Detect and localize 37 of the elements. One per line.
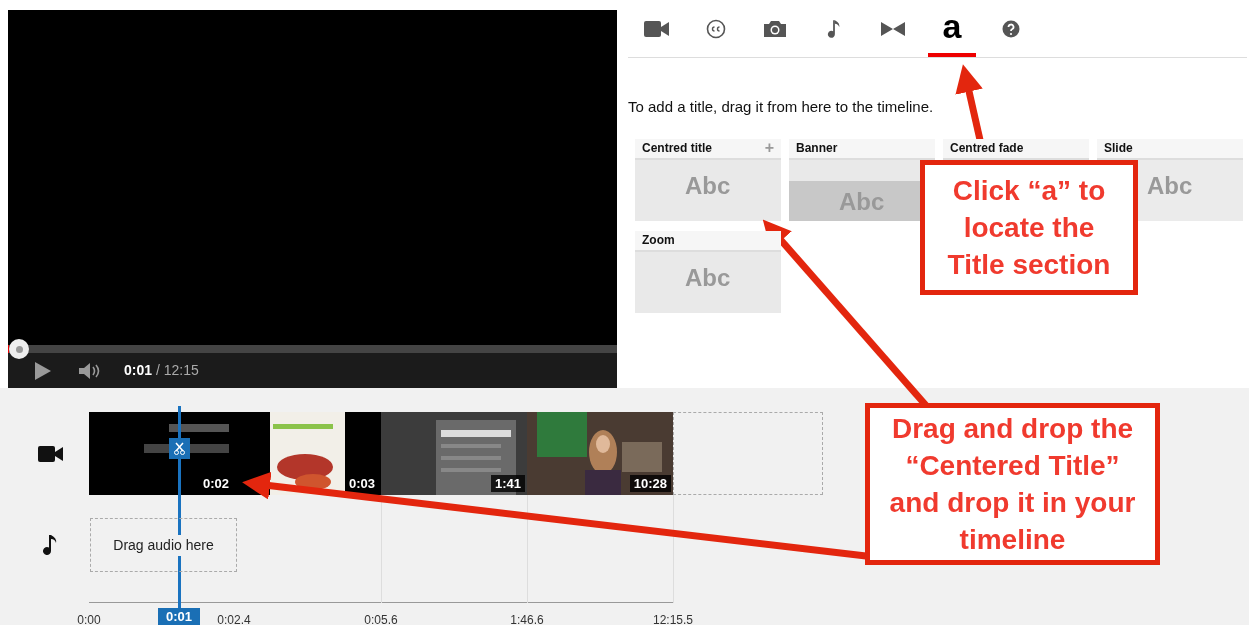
callout-tooltip: Drag and drop the “Centered Title” and drop it in your timeline bbox=[865, 403, 1160, 565]
music-note-icon bbox=[42, 534, 58, 556]
split-handle[interactable] bbox=[169, 438, 190, 459]
card-title: Centred title bbox=[642, 140, 712, 157]
card-title: Banner bbox=[796, 140, 838, 157]
tab[interactable]: a bbox=[928, 5, 976, 57]
preview-text: Abc bbox=[1147, 170, 1193, 201]
video-camera-icon bbox=[37, 444, 64, 463]
bowtie-icon bbox=[880, 21, 906, 37]
scissors-icon bbox=[174, 442, 185, 455]
ruler-label: 1:46.6 bbox=[510, 612, 544, 625]
clip-duration: 10:28 bbox=[629, 475, 671, 492]
music-note-icon bbox=[827, 18, 841, 40]
ruler-label: 0:02.4 bbox=[217, 612, 251, 625]
current-time: 0:01 bbox=[124, 362, 153, 378]
clip-duration: 1:41 bbox=[490, 475, 525, 492]
preview-text: Abc bbox=[685, 170, 731, 201]
ruler-label: 0:05.6 bbox=[364, 612, 398, 625]
help-icon bbox=[1002, 20, 1020, 38]
ruler-label: 0:00 bbox=[77, 612, 101, 625]
instruction-text: To add a title, drag it from here to the timeline. bbox=[628, 97, 935, 117]
captions-icon bbox=[706, 19, 726, 39]
play-icon[interactable] bbox=[34, 360, 52, 381]
card-title: Slide bbox=[1104, 140, 1133, 157]
callout-tooltip: Click “a” to locate the Title section bbox=[920, 160, 1138, 295]
video-camera-icon bbox=[644, 20, 670, 38]
audio-drop-zone[interactable]: Drag audio here bbox=[90, 518, 237, 572]
total-duration: / 12:15 bbox=[155, 362, 199, 378]
camera-icon bbox=[763, 20, 787, 38]
card-title: Centred fade bbox=[950, 140, 1024, 157]
card-title: Zoom bbox=[642, 232, 675, 249]
preview-text: Abc bbox=[685, 262, 731, 293]
drop-hint: Drag audio here bbox=[113, 534, 214, 556]
progress-track[interactable] bbox=[8, 345, 617, 353]
volume-icon[interactable] bbox=[78, 361, 102, 380]
ruler-label: 12:15.5 bbox=[653, 612, 693, 625]
playhead-time: 0:01 bbox=[158, 608, 200, 625]
